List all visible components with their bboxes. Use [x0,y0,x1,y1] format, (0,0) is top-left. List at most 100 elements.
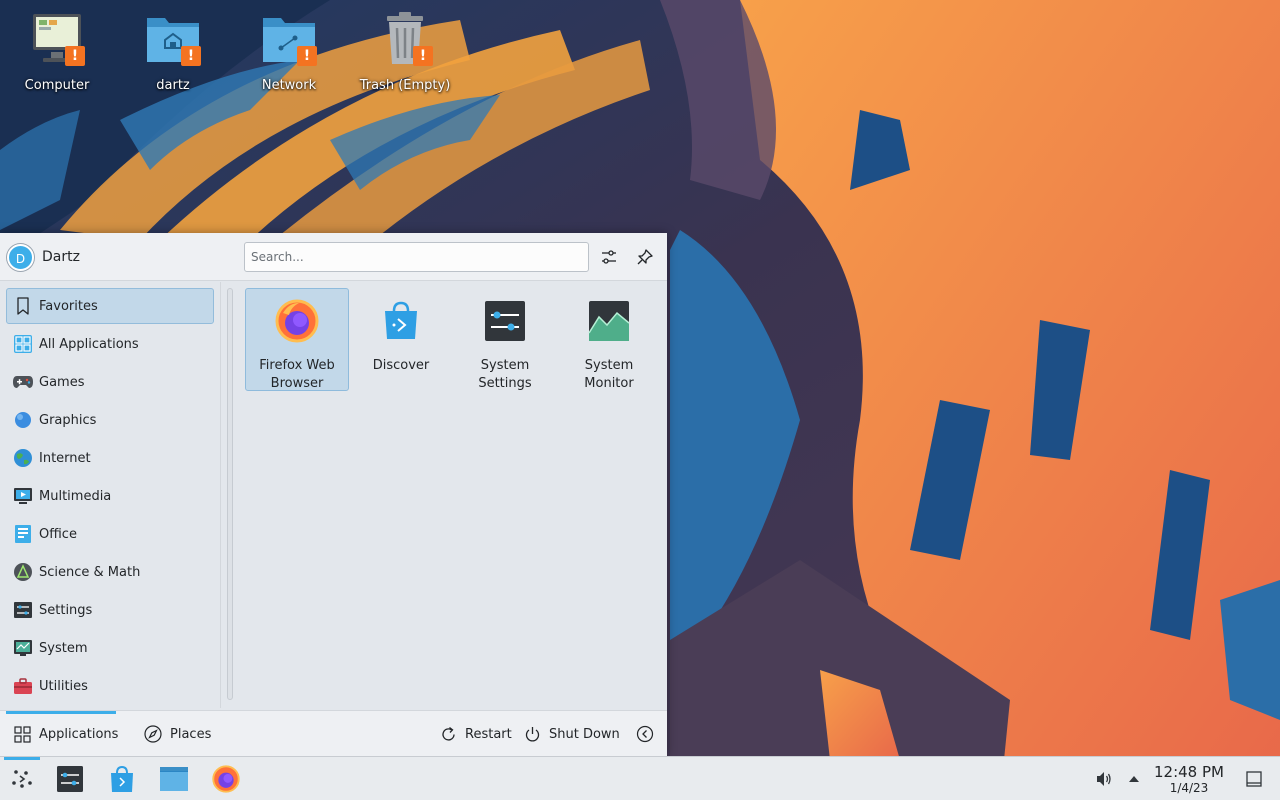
app-label-line2: Settings [478,376,532,391]
app-label-line2: Browser [270,376,324,391]
tab-places-label: Places [170,726,212,742]
system-settings-icon [485,301,525,341]
desktop-icon-home[interactable]: ! dartz [123,8,223,93]
firefox-icon [275,299,319,343]
category-all-applications[interactable]: All Applications [6,326,214,362]
taskbar-discover[interactable] [104,761,140,797]
category-internet[interactable]: Internet [6,440,214,476]
system-icon [13,638,33,658]
desktop-icon-computer[interactable]: ! Computer [7,8,107,93]
grid-apps-icon [13,334,33,354]
show-desktop-button[interactable] [1236,761,1272,797]
warning-badge: ! [413,46,433,66]
desktop-icon-trash[interactable]: ! Trash (Empty) [355,8,455,93]
sidebar-scrollbar[interactable] [227,288,233,700]
clock-time: 12:48 PM [1154,763,1224,781]
app-system-settings[interactable]: System Settings [453,288,557,391]
multimedia-icon [13,486,33,506]
settings-icon [13,600,33,620]
warning-badge: ! [181,46,201,66]
category-label: Office [39,526,77,542]
configure-button[interactable] [597,245,621,269]
restart-icon [440,726,457,743]
tab-places[interactable]: Places [144,711,211,757]
category-label: Favorites [39,298,98,314]
system-settings-icon [57,766,83,792]
search-input[interactable] [244,242,589,272]
app-label-line1: Firefox Web [259,358,335,373]
favorites-grid: Firefox Web Browser Discover System Sett… [238,282,667,708]
category-system[interactable]: System [6,630,214,666]
warning-badge: ! [65,46,85,66]
power-icon [524,726,541,743]
computer-icon: ! [29,8,85,72]
gamepad-icon [13,372,33,392]
taskbar-system-settings[interactable] [52,761,88,797]
discover-icon [111,765,133,792]
tab-applications[interactable]: Applications [14,711,118,757]
more-power-options-button[interactable] [636,711,654,757]
category-settings[interactable]: Settings [6,592,214,628]
app-label-line1: System [584,358,634,373]
user-name: Dartz [42,249,80,265]
category-sidebar: Favorites All Applications Games Graphic… [0,282,221,708]
application-launcher-button[interactable] [4,761,40,797]
chevron-left-circle-icon [636,725,654,743]
globe-icon [13,448,33,468]
category-label: Settings [39,602,93,618]
digital-clock[interactable]: 12:48 PM 1/4/23 [1150,757,1228,800]
category-label: System [39,640,88,656]
category-games[interactable]: Games [6,364,214,400]
science-icon [13,562,33,582]
pin-button[interactable] [633,245,657,269]
show-desktop-icon [1246,771,1262,787]
application-launcher: D Dartz Favorites [0,233,667,756]
app-system-monitor[interactable]: System Monitor [557,288,661,391]
category-label: Graphics [39,412,97,428]
sliders-icon [602,250,616,264]
volume-button[interactable] [1088,761,1120,797]
desktop-icon-label: Trash (Empty) [359,78,451,93]
pin-icon [637,249,653,265]
restart-button[interactable]: Restart [440,711,512,757]
category-label: All Applications [39,336,139,352]
taskbar-file-manager[interactable] [156,761,192,797]
shutdown-button[interactable]: Shut Down [524,711,620,757]
category-utilities[interactable]: Utilities [6,668,214,704]
firefox-icon [212,765,240,793]
shutdown-label: Shut Down [549,726,620,742]
category-label: Internet [39,450,91,466]
taskbar-panel: 12:48 PM 1/4/23 [0,756,1280,800]
launcher-header: D Dartz [0,233,667,281]
category-office[interactable]: Office [6,516,214,552]
warning-badge: ! [297,46,317,66]
discover-icon [385,301,417,339]
desktop-icon-network[interactable]: ! Network [239,8,339,93]
category-science-math[interactable]: Science & Math [6,554,214,590]
toolbox-icon [13,676,33,696]
category-label: Utilities [39,678,88,694]
category-label: Games [39,374,85,390]
user-avatar[interactable]: D [7,244,34,271]
system-monitor-icon [588,301,630,341]
restart-label: Restart [465,726,512,742]
taskbar-firefox[interactable] [208,761,244,797]
category-graphics[interactable]: Graphics [6,402,214,438]
app-discover[interactable]: Discover [349,288,453,391]
desktop-icon-label: dartz [156,78,190,93]
category-label: Multimedia [39,488,112,504]
desktop-icon-label: Computer [24,78,90,93]
office-icon [13,524,33,544]
system-tray-expander[interactable] [1118,761,1150,797]
app-label-line1: Discover [372,358,430,373]
category-favorites[interactable]: Favorites [6,288,214,324]
bookmark-icon [13,296,33,316]
tab-applications-label: Applications [39,726,119,742]
arrow-up-icon [1129,776,1139,782]
folder-icon [160,767,188,791]
category-multimedia[interactable]: Multimedia [6,478,214,514]
category-label: Science & Math [39,564,141,580]
home-folder-icon: ! [145,8,201,72]
kde-launcher-icon [12,770,32,788]
app-firefox[interactable]: Firefox Web Browser [245,288,349,391]
